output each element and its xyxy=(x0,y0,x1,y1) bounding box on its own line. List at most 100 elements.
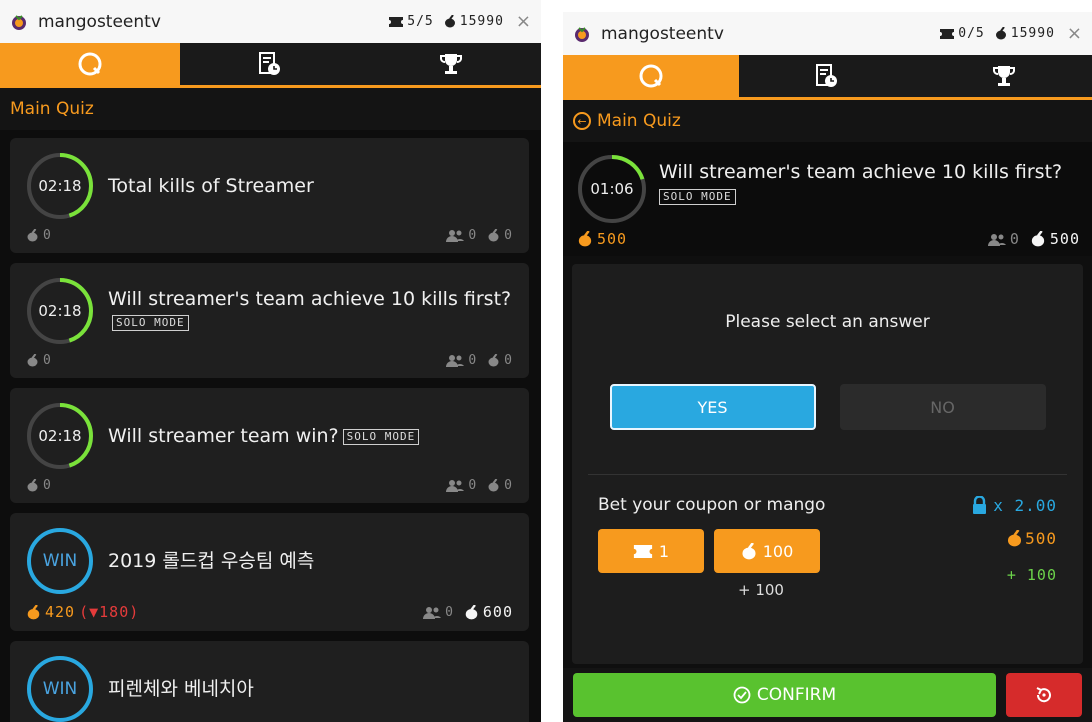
timer-text: 02:18 xyxy=(38,302,82,320)
win-badge: WIN xyxy=(26,655,94,722)
app-name: mangosteentv xyxy=(38,11,161,32)
reset-icon xyxy=(1036,687,1051,703)
quiz-question: Will streamer team win? SOLO MODE xyxy=(108,425,420,448)
participants-icon xyxy=(446,355,465,367)
mangosteen-logo-icon xyxy=(573,25,591,43)
app-name: mangosteentv xyxy=(601,23,724,44)
mango-icon xyxy=(488,479,499,492)
quiz-icon xyxy=(639,64,663,88)
confirm-button[interactable]: CONFIRM xyxy=(573,673,996,717)
mango-icon xyxy=(995,27,1006,40)
mango-icon xyxy=(488,354,499,367)
mango-icon xyxy=(27,229,38,242)
no-button[interactable]: NO xyxy=(839,384,1046,430)
participant-count: 0 xyxy=(468,228,478,243)
history-icon xyxy=(259,52,281,75)
mango-stat: 15990 xyxy=(995,26,1055,41)
tab-ranking[interactable] xyxy=(361,43,541,85)
mango-icon xyxy=(1031,231,1045,247)
lock-icon xyxy=(973,496,987,514)
mango-pool: 0 xyxy=(504,353,513,368)
breadcrumb-label: Main Quiz xyxy=(597,111,681,131)
plus-amount: + 100 xyxy=(738,581,784,599)
breadcrumb[interactable]: ← Main Quiz xyxy=(563,100,1092,142)
multiplier: x 2.00 xyxy=(972,496,1057,515)
my-mango-bet: 0 xyxy=(43,353,52,368)
title-bar: mangosteentv 5/5 15990 × xyxy=(0,0,541,43)
tab-quiz[interactable] xyxy=(0,43,181,85)
tab-history[interactable] xyxy=(739,55,915,97)
quiz-question: Will streamer's team achieve 10 kills fi… xyxy=(659,161,1063,205)
participant-count: 0 xyxy=(468,478,478,493)
mango-loss: (▼180) xyxy=(79,603,140,621)
title-bar: mangosteentv 0/5 15990 × xyxy=(563,12,1092,55)
quiz-card[interactable]: 02:18 Total kills of Streamer 0 0 0 xyxy=(10,138,529,253)
mangosteen-logo-icon xyxy=(10,13,28,31)
quiz-card[interactable]: WIN 2019 롤드컵 우승팀 예측 420 (▼180) 0 600 xyxy=(10,513,529,631)
participants-icon xyxy=(446,480,465,492)
ticket-stat: 5/5 xyxy=(389,14,433,29)
participant-count: 0 xyxy=(468,353,478,368)
win-text: WIN xyxy=(42,679,78,699)
my-mango-bet: 420 xyxy=(45,603,76,621)
yes-button[interactable]: YES xyxy=(609,384,816,430)
quiz-card[interactable]: WIN 피렌체와 베네치아 xyxy=(10,641,529,722)
trophy-icon xyxy=(992,66,1015,86)
pot-value: 500 xyxy=(1025,529,1057,548)
tab-bar xyxy=(0,43,541,88)
action-bar: CONFIRM xyxy=(563,668,1092,722)
tab-quiz[interactable] xyxy=(563,55,740,97)
my-mango-bet: 0 xyxy=(43,478,52,493)
close-icon[interactable]: × xyxy=(516,11,531,32)
ticket-icon xyxy=(632,544,653,558)
bet-header: Bet your coupon or mango x 2.00 xyxy=(572,475,1083,515)
mango-icon xyxy=(27,354,38,367)
mango-icon xyxy=(742,542,756,559)
ticket-stat: 0/5 xyxy=(940,26,984,41)
bet-controls: 1 100 + 100 500 + 100 xyxy=(572,515,1083,599)
check-circle-icon xyxy=(733,686,751,704)
back-arrow-icon[interactable]: ← xyxy=(573,112,591,130)
tab-bar xyxy=(563,55,1092,100)
countdown-timer: 01:06 xyxy=(577,154,647,224)
win-badge: WIN xyxy=(26,527,94,595)
participants-icon xyxy=(423,606,442,619)
multiplier-value: x 2.00 xyxy=(993,495,1057,515)
quiz-card[interactable]: 02:18 Will streamer team win? SOLO MODE 0… xyxy=(10,388,529,503)
mango-balance: 15990 xyxy=(1010,26,1055,41)
timer-text: 02:18 xyxy=(38,177,82,195)
close-icon[interactable]: × xyxy=(1067,23,1082,44)
quiz-header: 01:06 Will streamer's team achieve 10 ki… xyxy=(563,142,1092,256)
quiz-stats: 0 0 0 xyxy=(10,353,529,378)
solo-mode-badge: SOLO MODE xyxy=(659,189,736,205)
ticket-count: 0/5 xyxy=(958,26,985,41)
trophy-icon xyxy=(439,54,462,74)
timer-text: 02:18 xyxy=(38,427,82,445)
quiz-question: 2019 롤드컵 우승팀 예측 xyxy=(108,549,315,572)
tab-ranking[interactable] xyxy=(916,55,1092,97)
quiz-icon xyxy=(78,52,102,76)
quiz-list: 02:18 Total kills of Streamer 0 0 0 02:18… xyxy=(0,130,541,722)
tab-history[interactable] xyxy=(180,43,360,85)
countdown-timer: 02:18 xyxy=(26,277,94,345)
mango-icon xyxy=(488,229,499,242)
quiz-card[interactable]: 02:18 Will streamer's team achieve 10 ki… xyxy=(10,263,529,378)
quiz-stats: 500 0 500 xyxy=(577,224,1080,256)
mango-bet-button[interactable]: 100 xyxy=(714,529,820,573)
participants-icon xyxy=(987,233,1006,246)
coupon-bet-button[interactable]: 1 xyxy=(598,529,704,573)
mango-pool: 500 xyxy=(1049,230,1080,248)
answer-section: Please select an answer YES NO Bet your … xyxy=(572,264,1083,664)
reset-button[interactable] xyxy=(1006,673,1082,717)
mango-icon xyxy=(27,479,38,492)
participants-icon xyxy=(446,230,465,242)
history-icon xyxy=(816,64,838,87)
ticket-icon xyxy=(389,16,404,27)
participant-count: 0 xyxy=(445,604,454,620)
solo-mode-badge: SOLO MODE xyxy=(342,428,420,445)
win-text: WIN xyxy=(42,551,78,571)
breadcrumb[interactable]: Main Quiz xyxy=(0,88,541,130)
breadcrumb-label: Main Quiz xyxy=(10,99,94,119)
countdown-timer: 02:18 xyxy=(26,152,94,220)
mango-icon xyxy=(465,604,478,619)
